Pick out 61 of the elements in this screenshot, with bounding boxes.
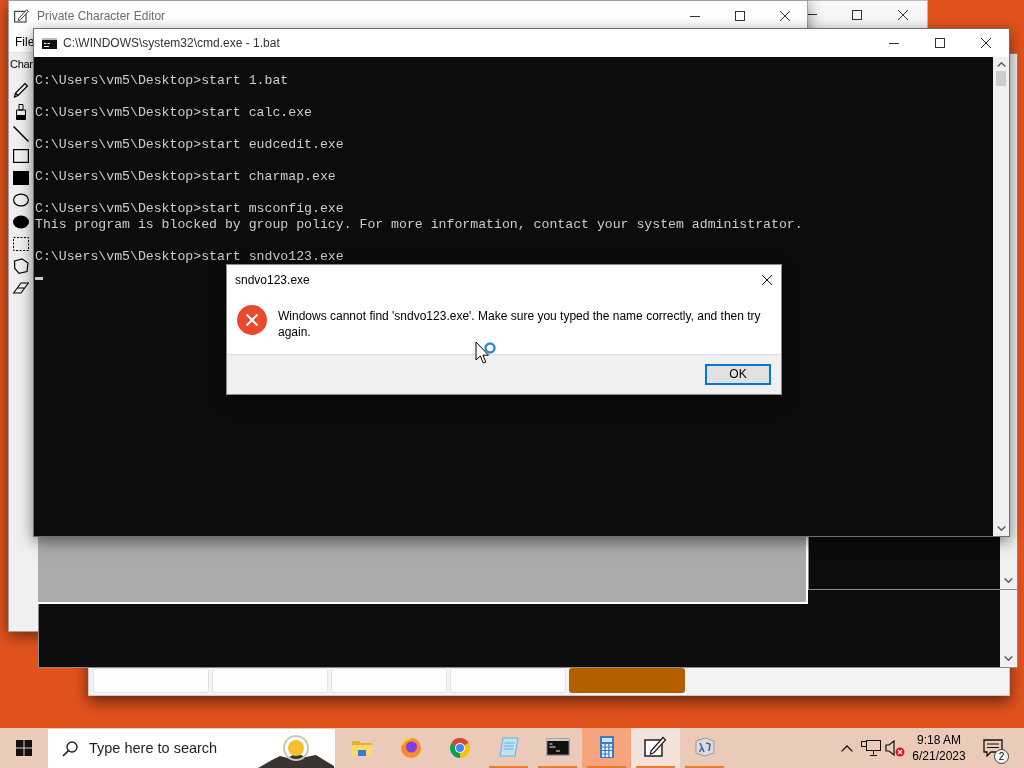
error-icon [237,305,267,335]
close-icon[interactable] [898,9,908,20]
console-line: C:\Users\vm5\Desktop>start sndvo123.exe [35,249,345,265]
chevron-up-icon[interactable] [841,744,853,752]
close-icon[interactable] [981,38,991,48]
maximize-icon[interactable] [935,38,945,48]
pen-pad-icon [14,8,30,24]
notification-count: 2 [994,749,1009,764]
start-icon[interactable] [16,740,32,756]
brush-icon[interactable] [13,104,29,120]
pencil-icon[interactable] [13,82,29,98]
minimize-icon[interactable] [889,42,899,44]
sun-over-hills-icon [258,734,334,768]
network-icon[interactable] [861,739,881,757]
fox-globe-icon[interactable] [398,736,423,760]
dialog-button[interactable]: OK [705,364,771,385]
menu-item[interactable]: File [15,32,35,51]
window-title: Private Character Editor [37,8,166,25]
close-icon[interactable] [779,11,790,21]
clock-date[interactable]: 6/21/2023 [912,748,966,764]
terminal-icon [42,37,57,49]
search-box[interactable]: Type here to search [48,729,335,768]
scrollbar[interactable] [993,57,1009,536]
line-icon[interactable] [13,126,29,142]
pen-pad-icon[interactable] [643,735,668,759]
maximize-icon[interactable] [852,9,862,20]
eraser-icon[interactable] [13,280,29,296]
segmented-circle-icon[interactable] [447,736,472,760]
busy-pointer-icon [475,341,496,367]
taskbar-button[interactable] [631,728,680,768]
minimize-icon[interactable] [689,15,700,17]
console-line: C:\Users\vm5\Desktop>start eudcedit.exe [35,137,345,153]
filled-rectangle-icon[interactable] [13,170,29,186]
rectangle-icon[interactable] [13,148,29,164]
chevron-up-icon[interactable] [996,62,1006,67]
dashed-rectangle-icon[interactable] [13,236,29,252]
toolbar-label: Char [10,57,33,73]
console-line: C:\Users\vm5\Desktop>start 1.bat [35,73,290,89]
volume-muted-icon[interactable] [885,739,905,757]
terminal-icon[interactable] [545,735,570,759]
console-line: C:\Users\vm5\Desktop>start charmap.exe [35,169,337,185]
chevron-down-icon[interactable] [1004,578,1013,583]
search-icon [62,740,78,757]
clock-time[interactable]: 9:18 AM [917,732,961,748]
lambda-cube-icon[interactable] [692,735,717,759]
search-field[interactable]: Type here to search [89,737,254,760]
dialog-message: Windows cannot find 'sndvo123.exe'. Make sure you typed the name correctly, and then try again. [278,308,762,340]
chevron-down-icon[interactable] [1004,656,1013,661]
text-cursor-icon [35,277,43,280]
chevron-down-icon[interactable] [996,526,1006,531]
dialog-title: sndvo123.exe [235,272,310,289]
console-line: C:\Users\vm5\Desktop>start msconfig.exe [35,201,345,217]
ellipse-icon[interactable] [13,192,29,208]
console-line: This program is blocked by group policy. For more information, contact your system administrator. [35,217,804,233]
maximize-icon[interactable] [734,11,745,21]
filled-ellipse-icon[interactable] [13,214,29,230]
window-title: C:\WINDOWS\system32\cmd.exe - 1.bat [63,35,280,52]
close-icon[interactable] [762,275,772,285]
lasso-icon[interactable] [13,258,29,274]
console-line: C:\Users\vm5\Desktop>start calc.exe [35,105,313,121]
scrollbar-thumb[interactable] [996,71,1006,86]
